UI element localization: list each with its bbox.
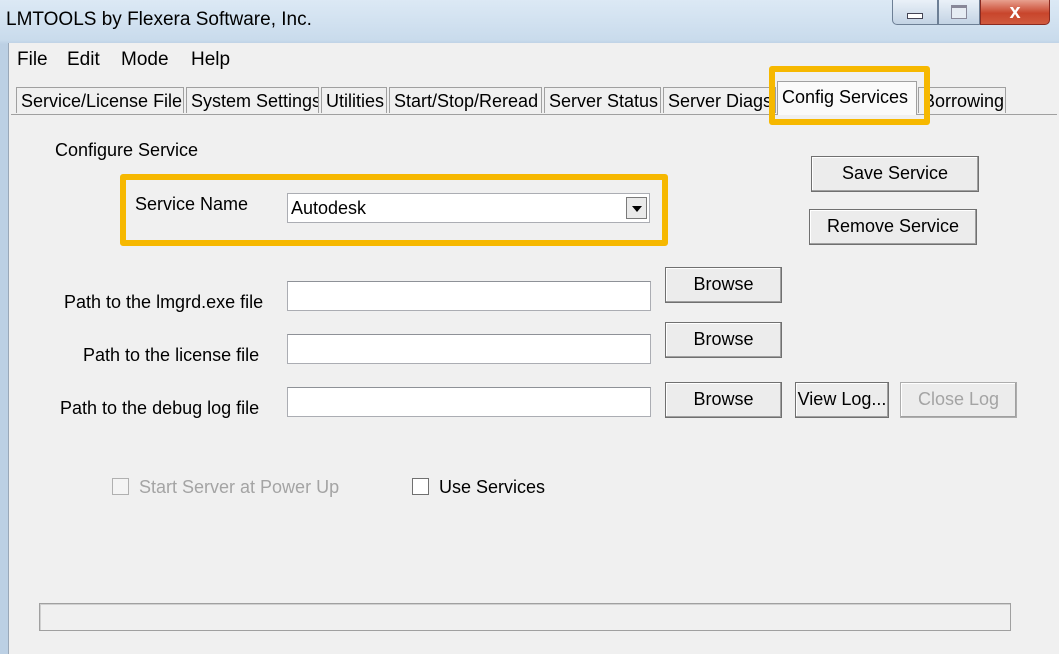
menu-file[interactable]: File xyxy=(17,49,48,71)
browse-lmgrd-button[interactable]: Browse xyxy=(665,267,782,303)
client-area: File Edit Mode Help Service/License File… xyxy=(8,43,1059,654)
close-button[interactable]: x xyxy=(980,0,1050,25)
dropdown-arrow-icon[interactable] xyxy=(626,197,647,219)
tab-config-services[interactable]: Config Services xyxy=(777,81,917,115)
use-services-checkbox[interactable] xyxy=(412,478,429,495)
browse-license-button[interactable]: Browse xyxy=(665,322,782,358)
configure-service-heading: Configure Service xyxy=(55,140,199,160)
status-bar xyxy=(39,603,1011,631)
service-name-value: Autodesk xyxy=(291,198,367,218)
start-at-powerup-label: Start Server at Power Up xyxy=(139,477,340,497)
menu-edit[interactable]: Edit xyxy=(67,49,100,71)
tab-start-stop-reread[interactable]: Start/Stop/Reread xyxy=(389,87,542,113)
menu-mode[interactable]: Mode xyxy=(121,49,169,71)
debug-log-path-input[interactable] xyxy=(287,387,651,417)
view-log-button[interactable]: View Log... xyxy=(795,382,889,418)
license-path-label: Path to the license file xyxy=(83,345,260,365)
tab-service-license-file[interactable]: Service/License File xyxy=(16,87,184,113)
minimize-button[interactable] xyxy=(892,0,938,25)
window-title: LMTOOLS by Flexera Software, Inc. xyxy=(6,9,312,30)
menu-bar: File Edit Mode Help xyxy=(9,43,1059,73)
window-controls: x xyxy=(892,0,1052,27)
use-services-label[interactable]: Use Services xyxy=(439,477,545,498)
lmgrd-path-input[interactable] xyxy=(287,281,651,311)
debug-log-path-label: Path to the debug log file xyxy=(60,398,260,418)
title-bar[interactable]: LMTOOLS by Flexera Software, Inc. x xyxy=(0,0,1059,42)
browse-debug-log-button[interactable]: Browse xyxy=(665,382,782,418)
close-log-button: Close Log xyxy=(900,382,1017,418)
maximize-icon xyxy=(951,5,967,19)
lmgrd-path-label: Path to the lmgrd.exe file xyxy=(64,292,264,312)
lmtools-window: LMTOOLS by Flexera Software, Inc. x File… xyxy=(0,0,1059,654)
tab-utilities[interactable]: Utilities xyxy=(321,87,387,113)
menu-help[interactable]: Help xyxy=(191,49,230,71)
tab-borrowing[interactable]: Borrowing xyxy=(918,87,1006,113)
save-service-button[interactable]: Save Service xyxy=(811,156,979,192)
maximize-button xyxy=(938,0,980,25)
tab-system-settings[interactable]: System Settings xyxy=(186,87,319,113)
service-name-combobox[interactable]: Autodesk xyxy=(287,193,650,223)
tab-server-status[interactable]: Server Status xyxy=(544,87,661,113)
remove-service-button[interactable]: Remove Service xyxy=(809,209,977,245)
start-at-powerup-checkbox xyxy=(112,478,129,495)
service-name-label: Service Name xyxy=(135,194,249,214)
minimize-icon xyxy=(907,13,923,19)
tab-server-diags[interactable]: Server Diags xyxy=(663,87,776,113)
license-path-input[interactable] xyxy=(287,334,651,364)
close-icon: x xyxy=(1009,0,1021,23)
